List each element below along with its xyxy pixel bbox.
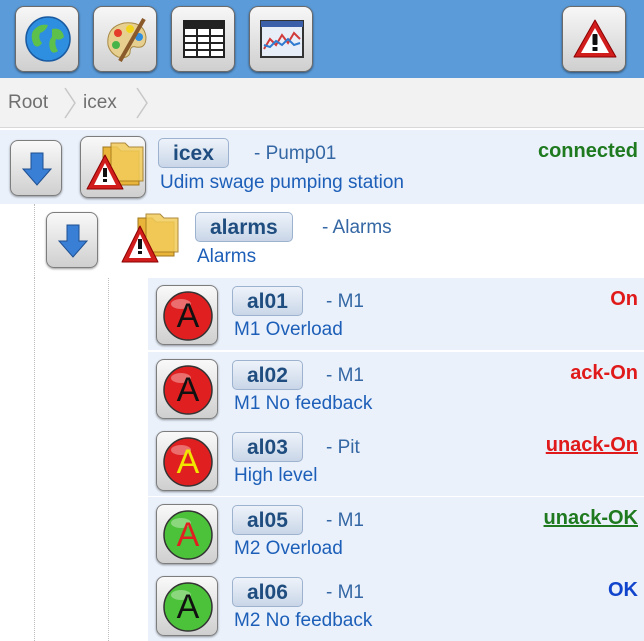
- alarm-title: - M1: [326, 291, 364, 312]
- alarm-bulb-icon: A: [163, 291, 213, 341]
- alarm-description: High level: [234, 465, 318, 486]
- alarm-name-tag[interactable]: al03: [232, 432, 303, 462]
- alarm-description: M1 No feedback: [234, 393, 373, 414]
- expand-button[interactable]: [10, 140, 62, 196]
- alarm-name-tag[interactable]: al05: [232, 505, 303, 535]
- alarm-status: OK: [608, 579, 638, 601]
- alarm-row[interactable]: Aal03 - Pit High level unack-On: [148, 424, 644, 496]
- alarm-row[interactable]: Aal06 - M1 M2 No feedback OK: [148, 569, 644, 641]
- svg-text:A: A: [177, 516, 200, 554]
- breadcrumb-root[interactable]: Root: [8, 92, 48, 114]
- toolbar: [0, 0, 644, 78]
- alarm-description: M1 Overload: [234, 319, 343, 340]
- tree-connector: [34, 204, 35, 278]
- alarm-row[interactable]: Aal01 - M1 M1 Overload On: [148, 278, 644, 350]
- tree-row-icex[interactable]: icex - Pump01 Udim swage pumping station…: [0, 130, 644, 204]
- arrow-down-icon: [21, 152, 53, 186]
- tree-connector: [108, 278, 109, 641]
- folder-alarm-button[interactable]: [80, 136, 146, 198]
- trend-button[interactable]: [249, 6, 313, 72]
- tree-row-alarms[interactable]: alarms - Alarms Alarms: [0, 204, 644, 278]
- alarm-description: M2 No feedback: [234, 610, 373, 631]
- node-name-tag[interactable]: alarms: [195, 212, 293, 242]
- alarm-title: - M1: [326, 510, 364, 531]
- chevron-right-icon: [64, 87, 76, 119]
- alarm-bulb-icon: A: [163, 365, 213, 415]
- alarm-name-tag[interactable]: al02: [232, 360, 303, 390]
- warning-icon: [573, 19, 617, 58]
- alarm-row[interactable]: Aal05 - M1 M2 Overload unack-OK: [148, 497, 644, 569]
- node-description: Udim swage pumping station: [160, 172, 404, 193]
- alarm-status: ack-On: [570, 362, 638, 384]
- alarm-state-button[interactable]: A: [156, 576, 218, 636]
- svg-text:A: A: [177, 371, 200, 409]
- palette-icon: [107, 18, 147, 62]
- alarm-description: M2 Overload: [234, 538, 343, 559]
- svg-text:A: A: [177, 297, 200, 335]
- alarm-state-button[interactable]: A: [156, 285, 218, 345]
- alarm-title: - M1: [326, 365, 364, 386]
- folder-alarm-button[interactable]: [116, 208, 182, 272]
- palette-button[interactable]: [93, 6, 157, 72]
- svg-text:A: A: [177, 588, 200, 626]
- node-title: - Pump01: [254, 143, 337, 164]
- node-description: Alarms: [197, 246, 257, 267]
- breadcrumb: Root icex: [0, 78, 644, 128]
- connection-status: connected: [537, 140, 638, 162]
- alarm-status: unack-OK: [543, 507, 638, 529]
- alarm-state-button[interactable]: A: [156, 504, 218, 564]
- alarm-name-tag[interactable]: al01: [232, 286, 303, 316]
- table-icon: [183, 20, 225, 58]
- breadcrumb-icex[interactable]: icex: [83, 92, 117, 114]
- alarm-row[interactable]: Aal02 - M1 M1 No feedback ack-On: [148, 352, 644, 424]
- folder-warning-icon: [86, 142, 144, 190]
- tree-connector: [34, 278, 35, 641]
- alarm-title: - Pit: [326, 437, 360, 458]
- node-title: - Alarms: [322, 217, 392, 238]
- globe-button[interactable]: [15, 6, 79, 72]
- alarm-bulb-icon: A: [163, 510, 213, 560]
- alarm-warning-button[interactable]: [562, 6, 626, 72]
- expand-button[interactable]: [46, 212, 98, 268]
- arrow-down-icon: [57, 224, 89, 258]
- node-name-tag[interactable]: icex: [158, 138, 229, 168]
- alarm-state-button[interactable]: A: [156, 359, 218, 419]
- trend-chart-icon: [260, 20, 304, 58]
- table-button[interactable]: [171, 6, 235, 72]
- alarm-status: On: [610, 288, 638, 310]
- folder-warning-icon: [121, 213, 179, 263]
- alarm-status: unack-On: [545, 434, 638, 456]
- svg-text:A: A: [177, 443, 200, 481]
- alarm-state-button[interactable]: A: [156, 431, 218, 491]
- alarm-title: - M1: [326, 582, 364, 603]
- alarm-bulb-icon: A: [163, 582, 213, 632]
- alarm-bulb-icon: A: [163, 437, 213, 487]
- globe-icon: [25, 16, 71, 62]
- alarm-name-tag[interactable]: al06: [232, 577, 303, 607]
- chevron-right-icon: [136, 87, 148, 119]
